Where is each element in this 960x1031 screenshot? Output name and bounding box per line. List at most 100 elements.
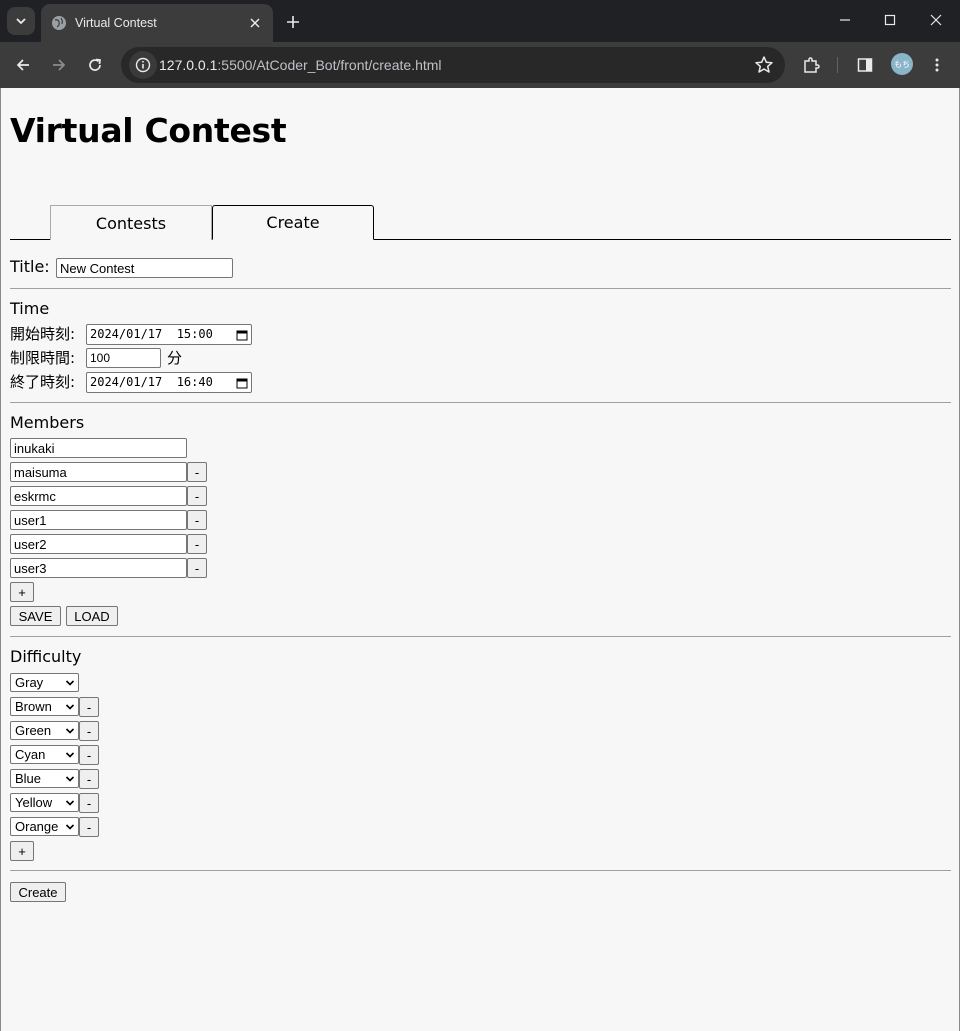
remove-member-button[interactable]: - bbox=[187, 534, 207, 554]
difficulty-value: Green bbox=[15, 723, 52, 738]
difficulty-select[interactable]: Cyan bbox=[10, 745, 79, 764]
member-input[interactable] bbox=[10, 438, 187, 458]
remove-difficulty-button[interactable]: - bbox=[79, 721, 99, 741]
calendar-icon[interactable] bbox=[236, 377, 248, 389]
difficulty-select[interactable]: Blue bbox=[10, 769, 79, 788]
difficulty-select[interactable]: Orange bbox=[10, 817, 79, 836]
chevron-down-icon bbox=[65, 775, 75, 782]
plus-icon bbox=[287, 16, 299, 28]
end-time-value: 2024/01/17 16:40 bbox=[90, 375, 213, 389]
remove-member-button[interactable]: - bbox=[187, 486, 207, 506]
start-time-label: 開始時刻: bbox=[10, 325, 76, 343]
profile-avatar[interactable]: もち bbox=[891, 53, 913, 75]
url-host: 127.0.0.1 bbox=[159, 57, 218, 73]
browser-tab[interactable]: Virtual Contest bbox=[41, 4, 273, 42]
forward-button[interactable] bbox=[45, 51, 73, 79]
end-time-label: 終了時刻: bbox=[10, 373, 76, 391]
difficulty-select[interactable]: Gray bbox=[10, 673, 79, 692]
url-path: :5500/AtCoder_Bot/front/create.html bbox=[217, 57, 442, 73]
save-button[interactable]: SAVE bbox=[10, 606, 61, 626]
create-button[interactable]: Create bbox=[10, 882, 66, 902]
side-panel-icon bbox=[857, 58, 873, 72]
divider bbox=[10, 870, 951, 871]
time-heading: Time bbox=[10, 299, 50, 318]
puzzle-icon bbox=[804, 57, 820, 73]
chevron-down-icon bbox=[65, 703, 75, 710]
member-input[interactable] bbox=[10, 510, 187, 530]
add-member-button[interactable]: + bbox=[10, 582, 34, 602]
address-bar[interactable]: 127.0.0.1:5500/AtCoder_Bot/front/create.… bbox=[121, 47, 785, 83]
start-time-value: 2024/01/17 15:00 bbox=[90, 327, 213, 341]
difficulty-value: Gray bbox=[15, 675, 44, 690]
close-icon[interactable] bbox=[247, 15, 263, 31]
difficulty-value: Blue bbox=[15, 771, 42, 786]
duration-input[interactable] bbox=[86, 348, 161, 368]
back-button[interactable] bbox=[9, 51, 37, 79]
remove-member-button[interactable]: - bbox=[187, 510, 207, 530]
members-heading: Members bbox=[10, 413, 85, 432]
extensions-button[interactable] bbox=[797, 51, 825, 79]
browser-titlebar: Virtual Contest bbox=[0, 0, 960, 42]
difficulty-value: Brown bbox=[15, 699, 52, 714]
remove-member-button[interactable]: - bbox=[187, 462, 207, 482]
remove-difficulty-button[interactable]: - bbox=[79, 769, 99, 789]
member-input[interactable] bbox=[10, 486, 187, 506]
member-input[interactable] bbox=[10, 558, 187, 578]
member-input[interactable] bbox=[10, 534, 187, 554]
difficulty-value: Cyan bbox=[15, 747, 46, 762]
bookmark-star-icon[interactable] bbox=[753, 54, 775, 76]
title-input[interactable] bbox=[56, 258, 233, 278]
minimize-icon bbox=[840, 19, 850, 21]
duration-unit: 分 bbox=[167, 349, 183, 367]
chevron-down-icon bbox=[65, 823, 75, 830]
difficulty-select[interactable]: Green bbox=[10, 721, 79, 740]
arrow-right-icon bbox=[53, 59, 66, 71]
duration-label: 制限時間: bbox=[10, 349, 76, 367]
chevron-down-icon bbox=[65, 751, 75, 758]
toolbar-separator bbox=[837, 57, 838, 73]
end-time-input[interactable]: 2024/01/17 16:40 bbox=[86, 372, 252, 393]
remove-difficulty-button[interactable]: - bbox=[79, 817, 99, 837]
page-title: Virtual Contest bbox=[10, 111, 287, 150]
chevron-down-icon bbox=[65, 679, 75, 686]
chevron-down-icon bbox=[65, 799, 75, 806]
difficulty-value: Orange bbox=[15, 819, 59, 834]
browser-menu-button[interactable] bbox=[923, 51, 951, 79]
info-icon bbox=[135, 57, 151, 73]
title-label: Title: bbox=[10, 257, 50, 276]
tab-search-button[interactable] bbox=[7, 7, 35, 35]
remove-member-button[interactable]: - bbox=[187, 558, 207, 578]
minimize-button[interactable] bbox=[822, 0, 868, 40]
close-icon bbox=[930, 14, 942, 26]
page-tabs: Contests Create bbox=[10, 205, 951, 240]
remove-difficulty-button[interactable]: - bbox=[79, 745, 99, 765]
remove-difficulty-button[interactable]: - bbox=[79, 793, 99, 813]
tab-create[interactable]: Create bbox=[212, 205, 374, 240]
window-close-button[interactable] bbox=[913, 0, 959, 40]
divider bbox=[10, 402, 951, 403]
new-tab-button[interactable] bbox=[281, 10, 305, 34]
site-info-button[interactable] bbox=[129, 51, 157, 79]
reload-button[interactable] bbox=[81, 51, 109, 79]
difficulty-select[interactable]: Yellow bbox=[10, 793, 79, 812]
remove-difficulty-button[interactable]: - bbox=[79, 697, 99, 717]
difficulty-heading: Difficulty bbox=[10, 647, 82, 666]
page-content: Virtual Contest Contests Create Title: T… bbox=[0, 88, 960, 1031]
load-button[interactable]: LOAD bbox=[66, 606, 118, 626]
chevron-down-icon bbox=[16, 18, 26, 25]
side-panel-button[interactable] bbox=[851, 51, 879, 79]
browser-tab-title: Virtual Contest bbox=[75, 16, 157, 30]
chevron-down-icon bbox=[65, 727, 75, 734]
globe-icon bbox=[52, 16, 66, 30]
difficulty-select[interactable]: Brown bbox=[10, 697, 79, 716]
start-time-input[interactable]: 2024/01/17 15:00 bbox=[86, 324, 252, 345]
calendar-icon[interactable] bbox=[236, 329, 248, 341]
tab-contests[interactable]: Contests bbox=[50, 205, 212, 240]
more-vert-icon bbox=[935, 58, 939, 72]
maximize-icon bbox=[884, 14, 896, 26]
reload-icon bbox=[89, 58, 101, 71]
add-difficulty-button[interactable]: + bbox=[10, 841, 34, 861]
maximize-button[interactable] bbox=[867, 0, 913, 40]
member-input[interactable] bbox=[10, 462, 187, 482]
difficulty-value: Yellow bbox=[15, 795, 53, 810]
